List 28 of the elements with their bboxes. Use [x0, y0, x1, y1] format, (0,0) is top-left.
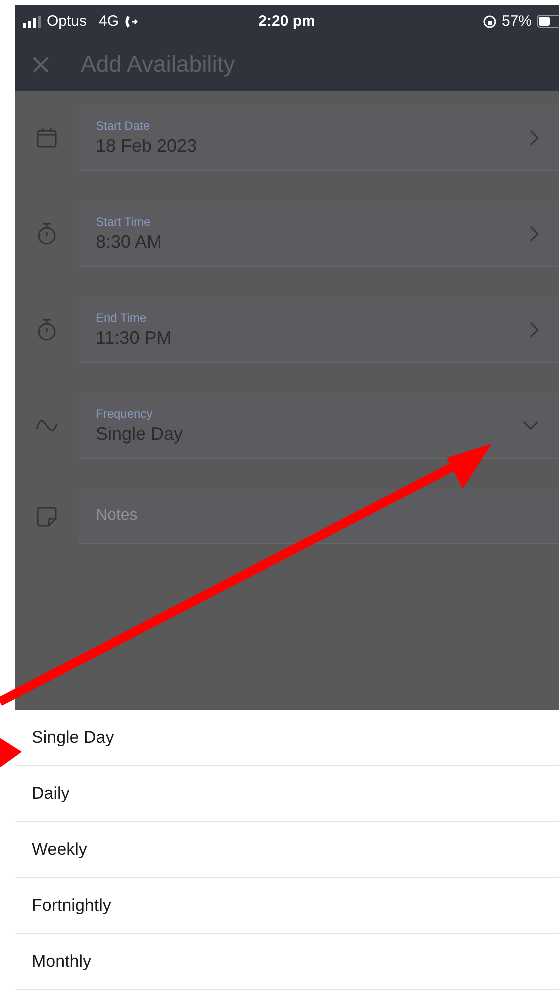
- field-label: Start Time: [96, 214, 152, 228]
- chevron-down-icon: [523, 421, 539, 430]
- note-icon: [37, 506, 57, 526]
- calendar-icon: [37, 127, 57, 149]
- network-type: 4G: [99, 13, 120, 30]
- battery-percent: 57%: [502, 13, 532, 30]
- carrier-name: Optus: [47, 13, 88, 30]
- option-item[interactable]: Weekly: [15, 822, 559, 878]
- field-label: End Time: [96, 310, 148, 324]
- field-label: Frequency: [96, 406, 154, 420]
- stopwatch-icon: [37, 223, 57, 245]
- clock-time: 2:20 pm: [258, 13, 316, 30]
- wave-icon: [36, 420, 58, 432]
- chevron-right-icon: [530, 322, 539, 338]
- field-label: Start Date: [96, 118, 152, 132]
- signal-icon: [23, 16, 41, 28]
- option-item[interactable]: Daily: [15, 766, 559, 822]
- rotation-lock-icon: [482, 14, 497, 28]
- phone-forward-icon: [125, 14, 138, 28]
- close-icon[interactable]: [33, 56, 49, 72]
- chevron-right-icon: [530, 226, 539, 242]
- option-item[interactable]: Single Day: [15, 710, 559, 766]
- option-item[interactable]: Monthly: [15, 934, 559, 990]
- chevron-right-icon: [530, 130, 539, 146]
- annotation-arrow: [0, 738, 22, 768]
- stopwatch-icon: [37, 319, 57, 341]
- option-item[interactable]: Fortnightly: [15, 878, 559, 934]
- battery-icon: [537, 15, 559, 28]
